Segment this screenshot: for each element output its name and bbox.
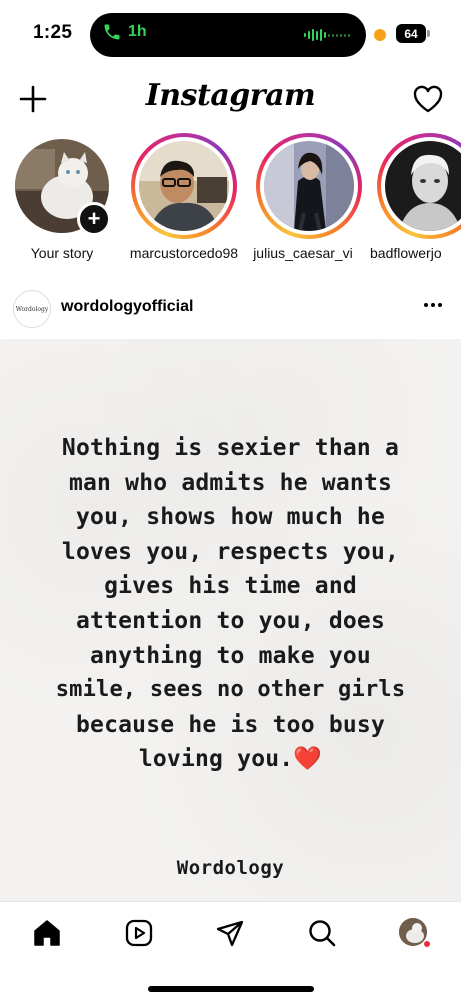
- battery-tip: [427, 30, 430, 37]
- nav-direct[interactable]: [214, 917, 246, 949]
- quote-line: gives his time and: [104, 573, 357, 600]
- story-avatar: [264, 141, 354, 231]
- privacy-indicator-dot: [374, 29, 386, 41]
- red-heart-emoji: ❤️: [293, 746, 323, 773]
- dot: [431, 303, 435, 307]
- home-icon: [34, 920, 60, 946]
- post-image[interactable]: Nothing is sexier than a man who admits …: [0, 339, 461, 901]
- app-header: Instagram: [0, 72, 461, 128]
- phone-icon: [104, 24, 120, 40]
- post-header: Wordology wordologyofficial: [0, 287, 461, 331]
- heart-icon: [413, 85, 443, 113]
- notification-dot: [423, 940, 431, 948]
- battery-icon: 64: [396, 24, 426, 43]
- story-avatar: [139, 141, 229, 231]
- add-story-button[interactable]: +: [77, 202, 111, 236]
- nav-home[interactable]: [31, 917, 63, 949]
- story-username: marcustorcedo98: [129, 245, 239, 261]
- nav-search[interactable]: [306, 917, 338, 949]
- post-author-avatar[interactable]: Wordology: [13, 290, 51, 328]
- story-julius-caesar-vi[interactable]: julius_caesar_vi: [243, 133, 363, 267]
- dot: [424, 303, 428, 307]
- post-avatar-text: Wordology: [15, 305, 49, 313]
- story-ring: [131, 133, 237, 239]
- story-username: julius_caesar_vi: [253, 245, 353, 261]
- quote-line: loving you.: [138, 746, 294, 773]
- story-your-story[interactable]: + Your story: [0, 133, 120, 267]
- stories-tray[interactable]: + Your story marcustorcedo98 julius_caes…: [0, 133, 461, 273]
- audio-wave-icon: [304, 29, 350, 41]
- dynamic-island[interactable]: 1h: [90, 13, 366, 57]
- quote-line: anything to make you: [90, 642, 371, 669]
- story-ring: [377, 133, 461, 239]
- instagram-logo[interactable]: Instagram: [0, 78, 461, 113]
- quote-line: Nothing is sexier than a: [61, 435, 400, 461]
- story-marcustorcedo98[interactable]: marcustorcedo98: [118, 133, 238, 267]
- status-time: 1:25: [33, 22, 73, 43]
- quote-line: because he is too busy: [75, 711, 386, 738]
- status-bar: 1:25 1h 64: [0, 0, 461, 68]
- call-indicator: 1h: [102, 22, 147, 42]
- story-username: Your story: [30, 245, 94, 261]
- nav-reels[interactable]: [123, 917, 155, 949]
- quote-line: you, shows how much he: [75, 504, 386, 531]
- search-icon: [309, 920, 336, 947]
- story-username: badflowerjo: [370, 245, 442, 261]
- story-ring: [256, 133, 362, 239]
- story-badflowerjo[interactable]: badflowerjo: [364, 133, 461, 267]
- story-avatar: [385, 141, 461, 231]
- quote-line-last: loving you.❤️: [12, 742, 449, 777]
- direct-icon: [216, 920, 244, 947]
- quote-line: man who admits he wants: [68, 469, 393, 496]
- dot: [438, 303, 442, 307]
- home-indicator[interactable]: [148, 986, 314, 992]
- quote-line: loves you, respects you,: [61, 538, 400, 565]
- quote-line: smile, sees no other girls: [55, 677, 406, 703]
- reels-icon: [125, 919, 153, 947]
- bottom-navigation: [0, 901, 461, 1000]
- quote-line: attention to you, does: [75, 607, 386, 634]
- quote-text: Nothing is sexier than a man who admits …: [0, 431, 461, 777]
- notifications-button[interactable]: [412, 84, 444, 114]
- post-username[interactable]: wordologyofficial: [61, 298, 193, 316]
- call-duration: 1h: [128, 23, 147, 40]
- post-signature: Wordology: [176, 857, 285, 879]
- more-options-button[interactable]: [424, 303, 442, 307]
